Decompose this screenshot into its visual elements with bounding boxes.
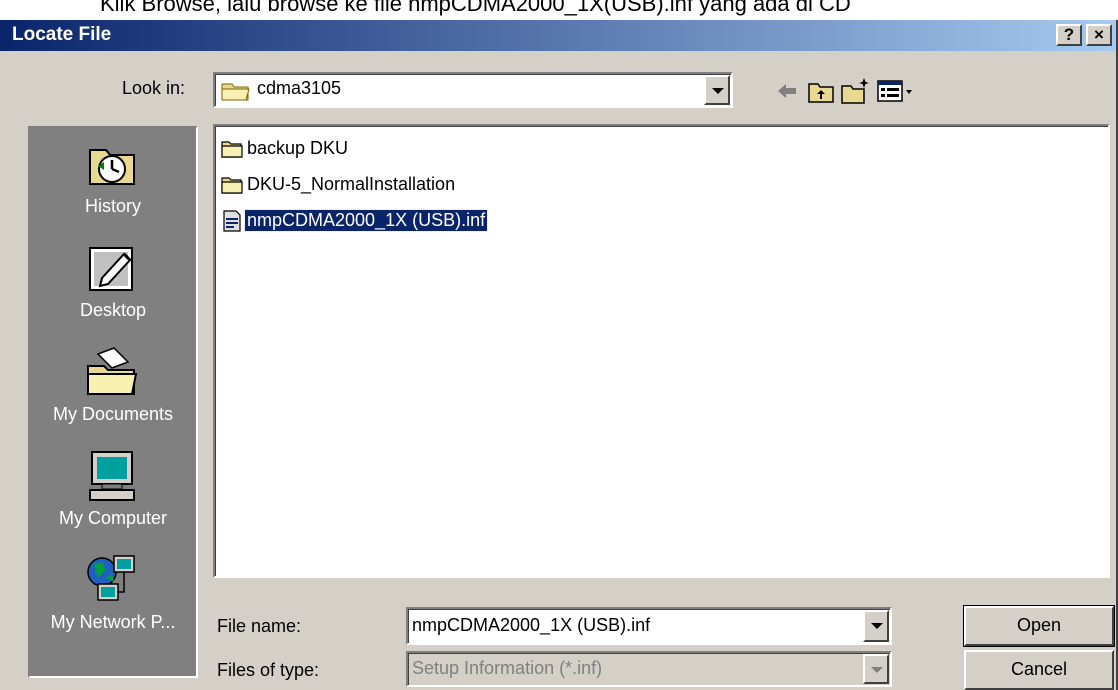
file-name-dropdown-button[interactable] xyxy=(863,610,889,642)
place-desktop[interactable]: Desktop xyxy=(30,240,196,340)
locate-file-dialog: Locate File ? × Look in: cdma3105 Histor… xyxy=(0,20,1118,690)
file-name-label: File name: xyxy=(217,616,302,636)
file-list[interactable]: backup DKU DKU-5_NormalInstallation nmpC… xyxy=(213,124,1110,578)
help-button[interactable]: ? xyxy=(1056,24,1082,46)
instruction-caption: Klik Browse, lalu browse ke file nmpCDMA… xyxy=(0,0,1118,20)
my-computer-icon xyxy=(89,451,135,501)
place-label: My Computer xyxy=(58,508,168,528)
files-of-type-label: Files of type: xyxy=(217,660,320,680)
folder-icon xyxy=(221,83,250,101)
place-label: Desktop xyxy=(79,300,147,320)
view-menu-icon[interactable] xyxy=(876,76,916,106)
place-label: My Documents xyxy=(52,404,174,424)
my-network-places-icon xyxy=(87,555,135,601)
files-of-type-combo: Setup Information (*.inf) xyxy=(406,651,892,687)
file-name: DKU-5_NormalInstallation xyxy=(247,174,456,194)
files-of-type-value: Setup Information (*.inf) xyxy=(412,658,603,678)
new-folder-icon[interactable] xyxy=(840,76,870,106)
history-icon xyxy=(89,149,135,185)
folder-icon xyxy=(221,141,243,158)
file-name: backup DKU xyxy=(247,138,349,158)
place-my-network-places[interactable]: My Network P... xyxy=(30,552,196,652)
look-in-value: cdma3105 xyxy=(257,78,342,98)
dialog-title: Locate File xyxy=(12,24,112,45)
look-in-label: Look in: xyxy=(122,78,186,98)
files-of-type-dropdown-button xyxy=(863,654,889,684)
look-in-dropdown-button[interactable] xyxy=(704,75,730,105)
back-arrow-icon[interactable] xyxy=(772,76,802,106)
inf-file-icon xyxy=(223,210,241,232)
place-label: History xyxy=(84,196,141,216)
file-name-combo[interactable]: nmpCDMA2000_1X (USB).inf xyxy=(406,607,892,645)
close-button[interactable]: × xyxy=(1086,24,1112,46)
up-folder-icon[interactable] xyxy=(806,76,836,106)
place-my-computer[interactable]: My Computer xyxy=(30,448,196,548)
place-label: My Network P... xyxy=(50,612,176,632)
instruction-text: Klik Browse, lalu browse ke file nmpCDMA… xyxy=(100,0,851,16)
cancel-button[interactable]: Cancel xyxy=(964,650,1114,690)
look-in-combo[interactable]: cdma3105 xyxy=(213,72,733,108)
folder-icon xyxy=(221,177,243,194)
title-bar[interactable]: Locate File ? × xyxy=(0,20,1116,51)
place-history[interactable]: History xyxy=(30,136,196,236)
open-button[interactable]: Open xyxy=(963,605,1115,647)
file-name-value: nmpCDMA2000_1X (USB).inf xyxy=(412,615,651,635)
file-name: nmpCDMA2000_1X (USB).inf xyxy=(243,209,489,232)
desktop-icon xyxy=(89,247,133,291)
my-documents-icon xyxy=(87,347,138,395)
place-my-documents[interactable]: My Documents xyxy=(30,344,196,444)
places-bar: History Desktop My Documents My Computer… xyxy=(28,126,198,678)
